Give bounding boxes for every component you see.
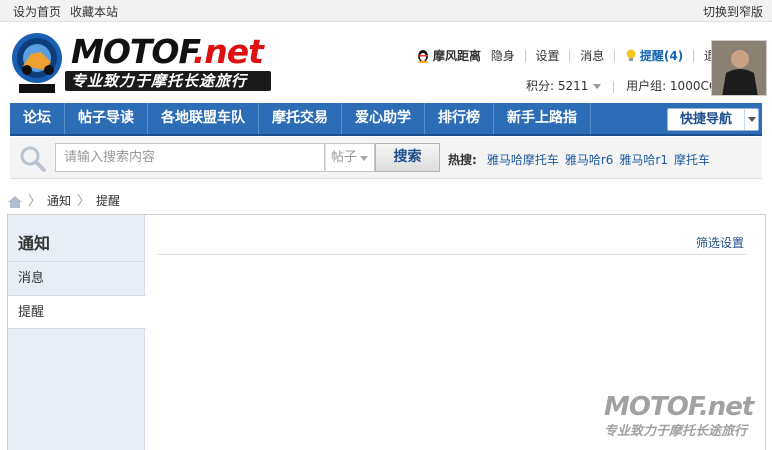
logo-word-ext: .net <box>192 32 264 71</box>
avatar-photo <box>712 41 766 95</box>
watermark: MOTOF.net 专业致力于摩托长途旅行 <box>604 392 766 442</box>
avatar[interactable] <box>711 40 767 96</box>
usergroup-label: 用户组: 1000CC <box>626 79 718 93</box>
points-label: 积分: 5211 <box>526 79 589 93</box>
search-icon <box>20 146 46 172</box>
sidebar-item-remind[interactable]: 提醒 <box>8 295 146 329</box>
logo-word-main: MOTOF <box>71 32 194 71</box>
hot-label: 热搜: <box>448 153 477 167</box>
sidebar-title: 通知 <box>18 234 51 253</box>
filter-row: 筛选设置 <box>158 233 746 255</box>
nav-item-forum[interactable]: 论坛 <box>10 103 65 134</box>
chevron-right-icon: 〉 <box>28 194 42 209</box>
hot-link[interactable]: 雅马哈r6 <box>565 153 614 167</box>
lightbulb-icon <box>626 49 636 61</box>
quick-nav-button[interactable]: 快捷导航 <box>667 108 759 131</box>
watermark-word: MOTOF.net <box>604 392 754 422</box>
nav-item-guide[interactable]: 帖子导读 <box>65 103 148 134</box>
hot-link[interactable]: 雅马哈摩托车 <box>487 153 559 167</box>
qq-penguin-icon <box>418 50 428 63</box>
settings-link[interactable]: 设置 <box>536 47 560 64</box>
main-nav: 论坛 帖子导读 各地联盟车队 摩托交易 爱心助学 排行榜 新手上路指 <box>10 103 762 136</box>
watermark-slogan: 专业致力于摩托长途旅行 <box>604 424 748 439</box>
username-link[interactable]: 摩风距离 <box>433 47 481 64</box>
home-icon[interactable] <box>8 195 22 208</box>
divider <box>614 49 616 62</box>
search-button[interactable]: 搜索 <box>375 143 440 172</box>
nav-item-teams[interactable]: 各地联盟车队 <box>148 103 259 134</box>
top-links: 设为首页 收藏本站 <box>13 3 127 20</box>
user-toolbar: 摩风距离 隐身 设置 消息 提醒(4) 退出 <box>416 47 728 64</box>
filter-settings-link[interactable]: 筛选设置 <box>696 234 744 251</box>
divider <box>524 49 526 62</box>
top-bar: 设为首页 收藏本站 切换到窄版 <box>0 0 772 22</box>
hot-link[interactable]: 摩托车 <box>674 153 710 167</box>
nav-item-trade[interactable]: 摩托交易 <box>259 103 342 134</box>
divider <box>569 49 571 62</box>
search-type-select[interactable]: 帖子 <box>325 143 375 172</box>
quick-nav-label: 快捷导航 <box>680 112 733 127</box>
bookmark-link[interactable]: 收藏本站 <box>70 5 118 19</box>
remind-link[interactable]: 提醒(4) <box>640 47 683 64</box>
sidebar-item-messages[interactable]: 消息 <box>8 261 144 295</box>
invisible-link[interactable]: 隐身 <box>491 47 515 64</box>
search-bar: 请输入搜索内容 帖子 搜索 热搜: 雅马哈摩托车 雅马哈r6 雅马哈r1 摩托车 <box>10 137 762 179</box>
points-dropdown[interactable]: 积分: 5211 <box>526 79 602 93</box>
chevron-right-icon: 〉 <box>77 194 91 209</box>
set-home-link[interactable]: 设为首页 <box>13 5 61 19</box>
hot-search: 热搜: 雅马哈摩托车 雅马哈r6 雅马哈r1 摩托车 <box>448 151 716 168</box>
sidebar: 通知 消息 提醒 <box>8 215 146 450</box>
messages-link[interactable]: 消息 <box>580 47 604 64</box>
divider <box>613 80 615 93</box>
breadcrumb-item[interactable]: 通知 <box>47 194 71 208</box>
switch-width-link[interactable]: 切换到窄版 <box>703 3 763 20</box>
logo-wordmark: MOTOF.net <box>71 32 264 71</box>
nav-item-charity[interactable]: 爱心助学 <box>342 103 425 134</box>
breadcrumb-item[interactable]: 提醒 <box>96 194 120 208</box>
nav-item-ranking[interactable]: 排行榜 <box>425 103 494 134</box>
motorcycle-emblem-icon <box>12 33 62 93</box>
divider <box>693 49 695 62</box>
site-logo[interactable]: MOTOF.net 专业致力于摩托长途旅行 <box>11 30 271 98</box>
chevron-down-icon <box>744 109 758 130</box>
hot-link[interactable]: 雅马哈r1 <box>619 153 668 167</box>
nav-item-newbie[interactable]: 新手上路指 <box>494 103 591 134</box>
breadcrumb: 〉通知〉提醒 <box>8 190 120 209</box>
search-input[interactable]: 请输入搜索内容 <box>55 143 325 172</box>
chevron-down-icon <box>593 84 602 89</box>
logo-slogan: 专业致力于摩托长途旅行 <box>65 71 271 91</box>
user-stats: 积分: 5211 用户组: 1000CC <box>526 77 717 94</box>
